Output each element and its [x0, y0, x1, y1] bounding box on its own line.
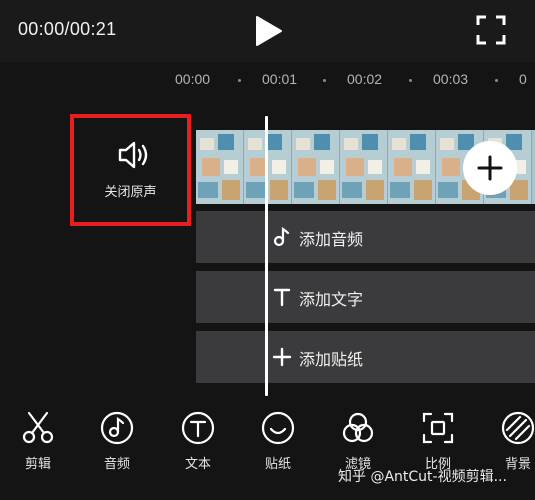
add-text-track[interactable]: 添加文字 [196, 271, 535, 323]
tool-audio[interactable]: 音频 [87, 408, 147, 472]
tool-background[interactable]: 背景 [488, 408, 535, 472]
text-circle-icon [181, 411, 215, 445]
add-audio-track[interactable]: 添加音频 [196, 211, 535, 263]
player-top-bar: 00:00/00:21 [0, 0, 535, 62]
plus-icon [477, 155, 503, 181]
smiley-icon [261, 411, 295, 445]
mute-label: 关闭原声 [104, 185, 157, 200]
ruler-tick: 00:01 [262, 71, 298, 87]
tool-sticker[interactable]: 贴纸 [248, 408, 308, 472]
tool-filter[interactable]: 滤镜 [328, 408, 388, 472]
text-t-icon [273, 288, 291, 307]
ruler-tick: 00:02 [347, 71, 383, 87]
add-clip-button[interactable] [463, 141, 517, 195]
add-sticker-track[interactable]: 添加贴纸 [196, 331, 535, 383]
ruler-dot [495, 79, 498, 82]
music-note-icon [273, 227, 290, 247]
play-icon[interactable] [253, 15, 283, 47]
background-stripes-icon [501, 411, 535, 445]
mute-original-sound-button[interactable]: 关闭原声 [70, 114, 191, 226]
ratio-frame-icon [422, 412, 454, 444]
playhead[interactable] [265, 116, 268, 396]
ruler-tick: 00:00 [175, 71, 211, 87]
tool-label: 文本 [184, 457, 211, 472]
plus-icon [272, 347, 292, 367]
tool-ratio[interactable]: 比例 [408, 408, 468, 472]
ruler-dot [238, 79, 241, 82]
ruler-dot [409, 79, 412, 82]
ruler-tick-partial: 0 [519, 71, 527, 87]
ruler-tick: 00:03 [433, 71, 469, 87]
music-disc-icon [100, 411, 134, 445]
filter-circles-icon [342, 412, 374, 443]
tool-label: 音频 [103, 457, 130, 472]
timeline-ruler: 00:00 00:01 00:02 00:03 0 [0, 62, 535, 96]
time-display: 00:00/00:21 [18, 19, 117, 39]
fullscreen-icon[interactable] [476, 15, 506, 45]
speaker-icon [118, 141, 148, 169]
add-text-label: 添加文字 [299, 290, 364, 309]
ruler-dot [323, 79, 326, 82]
tool-label: 贴纸 [264, 457, 291, 472]
scissors-icon [22, 411, 54, 444]
add-audio-label: 添加音频 [299, 230, 364, 249]
watermark: 知乎 @AntCut-视频剪辑... [338, 469, 507, 485]
tool-edit[interactable]: 剪辑 [8, 408, 68, 472]
tool-label: 剪辑 [24, 457, 51, 472]
tool-text[interactable]: 文本 [168, 408, 228, 472]
add-sticker-label: 添加贴纸 [299, 350, 364, 369]
